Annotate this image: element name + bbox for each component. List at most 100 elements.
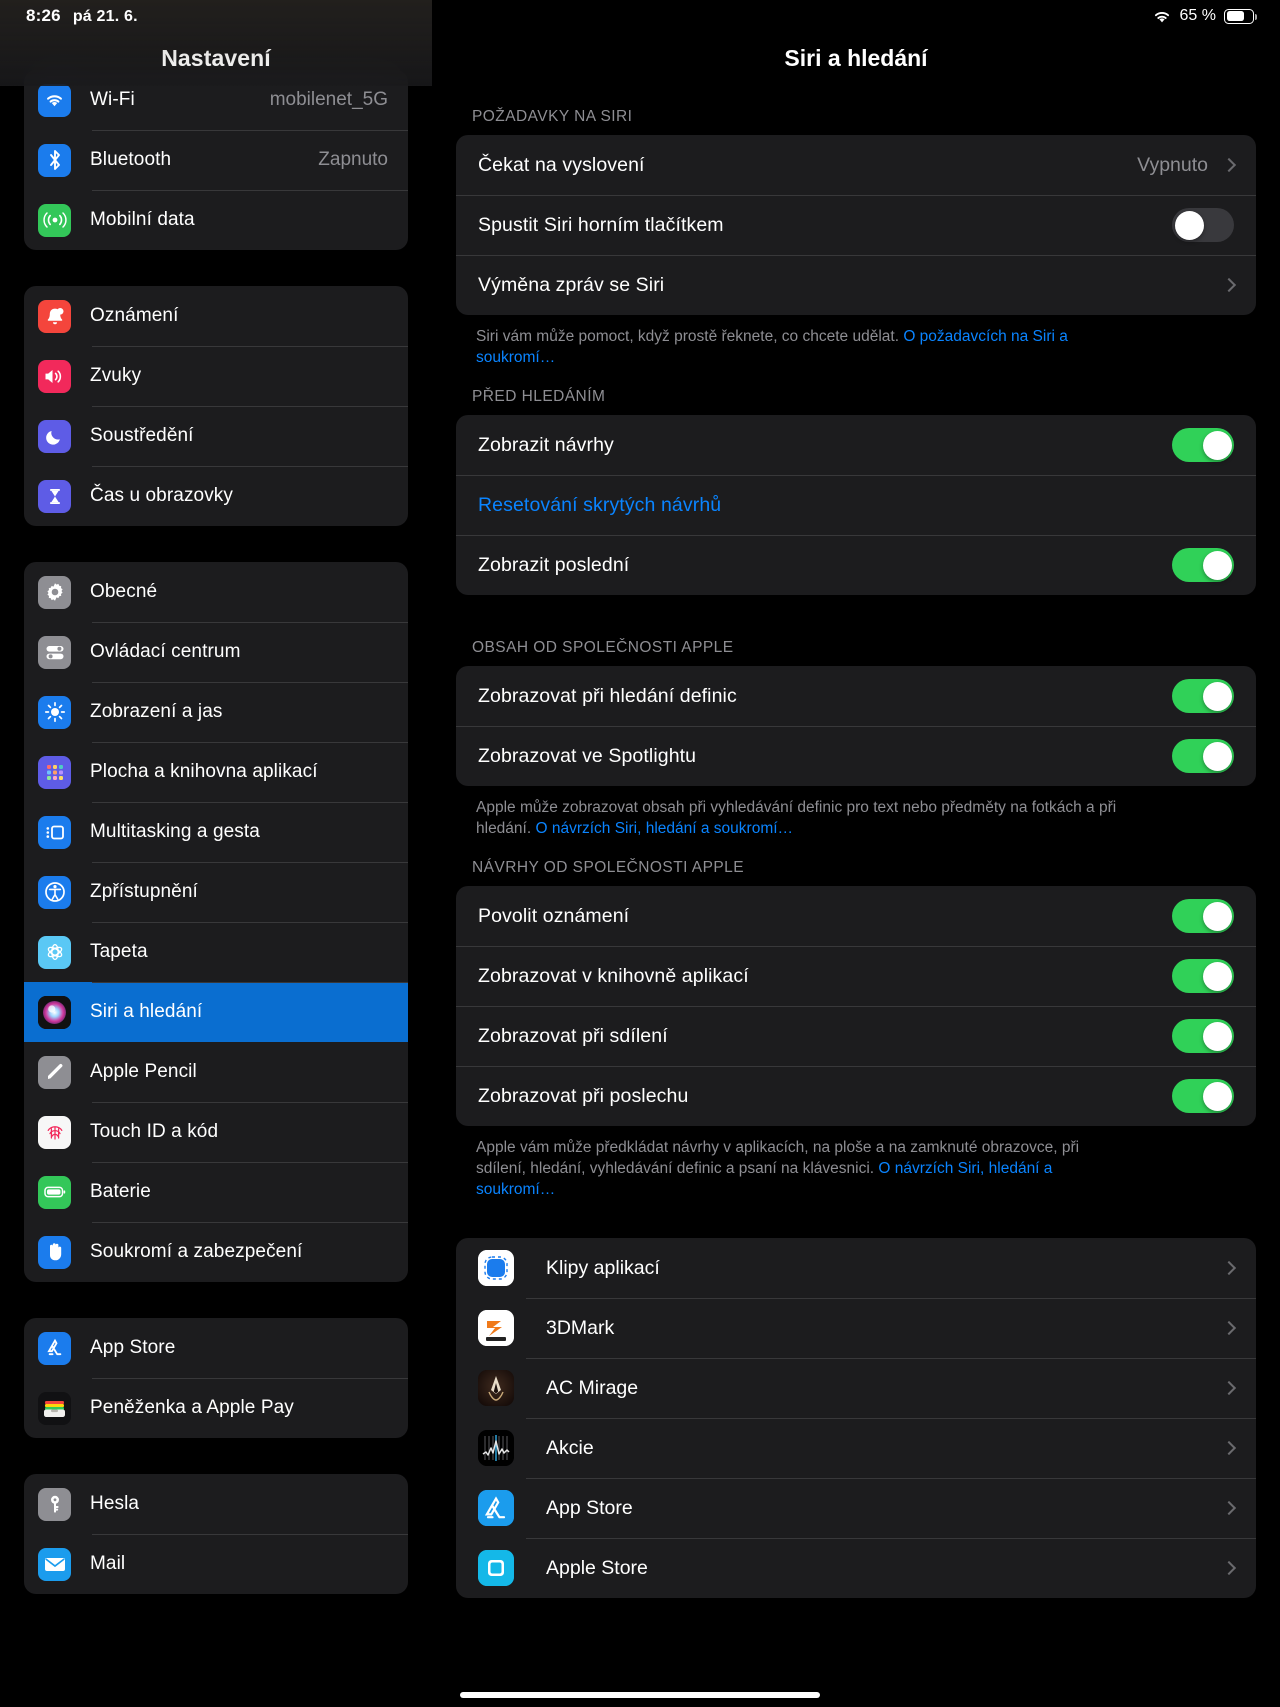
row-label: Zobrazovat ve Spotlightu bbox=[478, 745, 1172, 768]
sidebar-item-notifications[interactable]: Oznámení bbox=[24, 286, 408, 346]
footer-link[interactable]: O návrzích Siri, hledání a soukromí… bbox=[535, 820, 793, 837]
footer-note-apple-suggestions: Apple vám může předkládat návrhy v aplik… bbox=[432, 1126, 1152, 1200]
sidebar-item-wallet[interactable]: Peněženka a Apple Pay bbox=[24, 1378, 408, 1438]
speaker-icon bbox=[38, 360, 71, 393]
app-row-stocks[interactable]: Akcie bbox=[456, 1418, 1256, 1478]
sidebar-item-cellular[interactable]: Mobilní data bbox=[24, 190, 408, 250]
pencil-icon bbox=[38, 1056, 71, 1089]
sidebar-group-store: App Store Peněženka a Apple Pay bbox=[24, 1318, 408, 1438]
sidebar-item-label: Wi-Fi bbox=[90, 89, 270, 111]
footer-text: Siri vám může pomoct, když prostě řeknet… bbox=[476, 328, 903, 345]
toggle-show-in-app-library[interactable] bbox=[1172, 959, 1234, 993]
app-row-app-clips[interactable]: Klipy aplikací bbox=[456, 1238, 1256, 1298]
sidebar-item-home-screen[interactable]: Plocha a knihovna aplikací bbox=[24, 742, 408, 802]
sidebar-item-sounds[interactable]: Zvuky bbox=[24, 346, 408, 406]
row-show-in-look-up[interactable]: Zobrazovat při hledání definic bbox=[456, 666, 1256, 726]
row-show-in-app-library[interactable]: Zobrazovat v knihovně aplikací bbox=[456, 946, 1256, 1006]
row-show-when-listening[interactable]: Zobrazovat při poslechu bbox=[456, 1066, 1256, 1126]
sidebar-item-label: Soukromí a zabezpečení bbox=[90, 1241, 408, 1263]
sidebar-item-siri-search[interactable]: Siri a hledání bbox=[24, 982, 408, 1042]
row-press-top-button-for-siri[interactable]: Spustit Siri horním tlačítkem bbox=[456, 195, 1256, 255]
sidebar-group-system: Obecné Ovládací centrum bbox=[24, 562, 408, 1282]
ipad-settings-screen: 8:26 pá 21. 6. 65 % bbox=[0, 0, 1280, 1707]
toggle-show-when-listening[interactable] bbox=[1172, 1079, 1234, 1113]
row-reset-hidden-suggestions[interactable]: Resetování skrytých návrhů bbox=[456, 475, 1256, 535]
wallpaper-icon bbox=[38, 936, 71, 969]
card-siri-requests: Čekat na vyslovení Vypnuto Spustit Siri … bbox=[456, 135, 1256, 315]
card-apple-content: Zobrazovat při hledání definic Zobrazova… bbox=[456, 666, 1256, 786]
sidebar-item-multitasking[interactable]: Multitasking a gesta bbox=[24, 802, 408, 862]
row-show-recents[interactable]: Zobrazit poslední bbox=[456, 535, 1256, 595]
sidebar-item-label: Zvuky bbox=[90, 365, 408, 387]
app-label: 3DMark bbox=[546, 1317, 1220, 1340]
sidebar-item-general[interactable]: Obecné bbox=[24, 562, 408, 622]
sidebar-item-focus[interactable]: Soustředění bbox=[24, 406, 408, 466]
sidebar-item-label: Touch ID a kód bbox=[90, 1121, 408, 1143]
section-header-before-searching: PŘED HLEDÁNÍM bbox=[452, 388, 1280, 415]
multitasking-icon bbox=[38, 816, 71, 849]
row-show-in-spotlight[interactable]: Zobrazovat ve Spotlightu bbox=[456, 726, 1256, 786]
sidebar-item-wallpaper[interactable]: Tapeta bbox=[24, 922, 408, 982]
sidebar-scroll-area[interactable]: Wi-Fi mobilenet_5G Bluetooth Zapnuto bbox=[0, 0, 432, 1630]
toggle-show-recents[interactable] bbox=[1172, 548, 1234, 582]
sidebar-item-label: Zpřístupnění bbox=[90, 881, 408, 903]
accessibility-icon bbox=[38, 876, 71, 909]
gear-icon bbox=[38, 576, 71, 609]
sidebar-item-apple-pencil[interactable]: Apple Pencil bbox=[24, 1042, 408, 1102]
applestore-icon bbox=[478, 1550, 514, 1586]
chevron-right-icon bbox=[1222, 1381, 1236, 1395]
section-header-apple-content: OBSAH OD SPOLEČNOSTI APPLE bbox=[452, 639, 1280, 666]
sidebar-item-label: Tapeta bbox=[90, 941, 408, 963]
sidebar-item-label: Ovládací centrum bbox=[90, 641, 408, 663]
appstore-icon bbox=[478, 1490, 514, 1526]
sidebar-item-privacy[interactable]: Soukromí a zabezpečení bbox=[24, 1222, 408, 1282]
row-label: Zobrazit návrhy bbox=[478, 434, 1172, 457]
sidebar-item-display[interactable]: Zobrazení a jas bbox=[24, 682, 408, 742]
toggle-show-in-spotlight[interactable] bbox=[1172, 739, 1234, 773]
chevron-right-icon bbox=[1222, 1321, 1236, 1335]
toggle-press-top-button[interactable] bbox=[1172, 208, 1234, 242]
app-label: Apple Store bbox=[546, 1557, 1220, 1580]
toggle-show-in-look-up[interactable] bbox=[1172, 679, 1234, 713]
card-app-list: Klipy aplikací 3DMark bbox=[456, 1238, 1256, 1598]
sidebar-item-label: Bluetooth bbox=[90, 149, 318, 171]
sidebar-header: Nastavení bbox=[0, 0, 432, 86]
sidebar-item-label: Soustředění bbox=[90, 425, 408, 447]
sidebar-item-accessibility[interactable]: Zpřístupnění bbox=[24, 862, 408, 922]
toggle-show-suggestions[interactable] bbox=[1172, 428, 1234, 462]
app-row-apple-store[interactable]: Apple Store bbox=[456, 1538, 1256, 1598]
sidebar-item-label: Zobrazení a jas bbox=[90, 701, 408, 723]
footer-note-siri-requests: Siri vám může pomoct, když prostě řeknet… bbox=[432, 315, 1152, 368]
row-show-suggestions[interactable]: Zobrazit návrhy bbox=[456, 415, 1256, 475]
appgrid-icon bbox=[38, 756, 71, 789]
row-show-when-sharing[interactable]: Zobrazovat při sdílení bbox=[456, 1006, 1256, 1066]
row-messaging-with-siri[interactable]: Výměna zpráv se Siri bbox=[456, 255, 1256, 315]
sidebar-item-bluetooth[interactable]: Bluetooth Zapnuto bbox=[24, 130, 408, 190]
app-row-3dmark[interactable]: 3DMark bbox=[456, 1298, 1256, 1358]
sidebar-item-screentime[interactable]: Čas u obrazovky bbox=[24, 466, 408, 526]
sidebar-item-touch-id[interactable]: Touch ID a kód bbox=[24, 1102, 408, 1162]
row-allow-notifications[interactable]: Povolit oznámení bbox=[456, 886, 1256, 946]
chevron-right-icon bbox=[1222, 278, 1236, 292]
sidebar-item-mail[interactable]: Mail bbox=[24, 1534, 408, 1594]
row-label: Zobrazovat při hledání definic bbox=[478, 685, 1172, 708]
toggle-show-when-sharing[interactable] bbox=[1172, 1019, 1234, 1053]
row-wait-to-speak[interactable]: Čekat na vyslovení Vypnuto bbox=[456, 135, 1256, 195]
app-row-ac-mirage[interactable]: AC Mirage bbox=[456, 1358, 1256, 1418]
detail-title: Siri a hledání bbox=[784, 45, 927, 72]
sidebar-item-battery[interactable]: Baterie bbox=[24, 1162, 408, 1222]
sidebar-item-control-center[interactable]: Ovládací centrum bbox=[24, 622, 408, 682]
row-label: Čekat na vyslovení bbox=[478, 154, 1137, 177]
home-indicator[interactable] bbox=[460, 1692, 820, 1698]
sidebar-item-label: Siri a hledání bbox=[90, 1001, 408, 1023]
sidebar-item-label: Baterie bbox=[90, 1181, 408, 1203]
sidebar-item-app-store[interactable]: App Store bbox=[24, 1318, 408, 1378]
settings-sidebar[interactable]: Wi-Fi mobilenet_5G Bluetooth Zapnuto bbox=[0, 0, 432, 1707]
app-row-app-store[interactable]: App Store bbox=[456, 1478, 1256, 1538]
sidebar-item-passwords[interactable]: Hesla bbox=[24, 1474, 408, 1534]
chevron-right-icon bbox=[1222, 1501, 1236, 1515]
toggle-allow-notifications[interactable] bbox=[1172, 899, 1234, 933]
row-label: Spustit Siri horním tlačítkem bbox=[478, 214, 1172, 237]
cellular-icon bbox=[38, 204, 71, 237]
detail-scroll-area[interactable]: POŽADAVKY NA SIRI Čekat na vyslovení Vyp… bbox=[432, 0, 1280, 1642]
